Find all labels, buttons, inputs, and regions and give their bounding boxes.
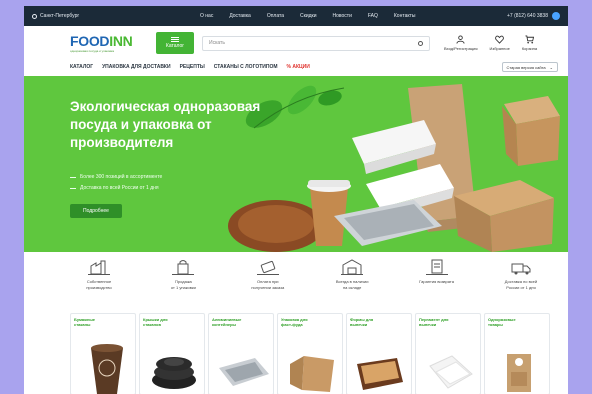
nav-item-catalog[interactable]: КАТАЛОГ [70, 64, 93, 70]
truck-icon [511, 263, 531, 275]
hero-title: Экологическая одноразовая посуда и упако… [70, 99, 261, 150]
feature-in-stock: Всегда в наличии на складе [323, 258, 381, 290]
feature-1-line2: производство [86, 284, 112, 290]
top-link-delivery[interactable]: Доставка [229, 13, 250, 19]
cart-label: Корзина [521, 46, 538, 51]
category-label: Алюминиевые контейнеры [212, 317, 242, 327]
login-label: Вход/Регистрация [444, 46, 478, 51]
category-label: Бумажные стаканы [74, 317, 96, 327]
top-link-news[interactable]: Новости [333, 13, 352, 19]
feature-own-production: Собственное производство [70, 258, 128, 290]
kraft-box-image [290, 356, 334, 392]
feature-refund: Гарантия возврата [408, 258, 466, 290]
browser-frame: Санкт-Петербург О нас Доставка Оплата Ск… [24, 6, 568, 394]
top-link-payment[interactable]: Оплата [267, 13, 284, 19]
chevron-down-icon: ⌄ [549, 64, 553, 70]
nav-item-delivery-packaging[interactable]: УПАКОВКА ДЛЯ ДОСТАВКИ [102, 64, 171, 70]
card-icon [256, 260, 279, 275]
hero-bullets: Более 300 позиций в ассортименте Доставк… [70, 172, 162, 194]
category-card-baking-forms[interactable]: Формы для выпечки [346, 313, 412, 394]
feature-russia-delivery: Доставка по всей России от 1 дня [492, 258, 550, 290]
location-pin-icon [32, 13, 37, 19]
category-card-paper-cups[interactable]: Бумажные стаканы [70, 313, 136, 394]
category-label: Пергамент для выпечки [419, 317, 449, 327]
bullet-dash-icon [70, 177, 76, 178]
nav-item-sale[interactable]: % АКЦИИ [287, 64, 310, 70]
favorites-label: Избранное [489, 46, 510, 51]
top-links: О нас Доставка Оплата Скидки Новости FAQ… [154, 13, 507, 19]
logo[interactable]: FOODINN одноразовая посуда и упаковка [70, 34, 152, 53]
category-card-parchment[interactable]: Пергамент для выпечки [415, 313, 481, 394]
category-label: Упаковка для фаст-фуда [281, 317, 308, 327]
factory-icon [88, 260, 110, 275]
cart-icon [525, 35, 534, 44]
bullet-dash-icon [70, 188, 76, 189]
user-icon [456, 35, 465, 44]
header-icons: Вход/Регистрация Избранное Корзина [444, 35, 537, 51]
feature-5-line1: Гарантия возврата [419, 279, 454, 284]
old-site-select[interactable]: Старая версия сайта ⌄ [501, 62, 558, 72]
search-input[interactable]: Искать [202, 35, 430, 51]
category-label: Одноразовые товары [488, 317, 516, 327]
paper-cup-image [91, 344, 123, 394]
phone-number[interactable]: +7 (812) 640 3838 [507, 13, 548, 19]
feature-pay-on-delivery: Оплата при получении заказа [239, 258, 297, 290]
catalog-button[interactable]: Каталог [156, 32, 194, 54]
feature-single-pack: Продажа от 1 упаковки [154, 258, 212, 290]
site-header: FOODINN одноразовая посуда и упаковка Ка… [24, 26, 568, 60]
baking-form-image [357, 358, 403, 390]
warehouse-icon [341, 259, 364, 275]
hero-banner: Экологическая одноразовая посуда и упако… [24, 76, 568, 252]
cup-lids-image [152, 357, 196, 389]
cup-carrier-image [507, 354, 531, 392]
hero-bullet-1: Более 300 позиций в ассортименте [80, 174, 163, 180]
category-label: Формы для выпечки [350, 317, 374, 327]
nav-item-recipes[interactable]: РЕЦЕПТЫ [180, 64, 205, 70]
category-label: Крышки для стаканов [143, 317, 168, 327]
aluminum-container-image [219, 358, 269, 386]
logo-inn: INN [109, 32, 133, 49]
bag-icon [172, 260, 195, 275]
hero-more-button[interactable]: Подробнее [70, 204, 122, 218]
feature-4-line2: на складе [342, 284, 362, 290]
nav-item-logo-cups[interactable]: СТАКАНЫ С ЛОГОТИПОМ [214, 64, 278, 70]
login-button[interactable]: Вход/Регистрация [444, 35, 478, 51]
parchment-image [429, 355, 473, 389]
telegram-icon[interactable] [552, 12, 560, 20]
city-label: Санкт-Петербург [40, 13, 80, 19]
logo-food: FOOD [70, 32, 110, 49]
feature-3-line2: получении заказа [251, 284, 285, 290]
features-row: Собственное производство Продажа от 1 уп… [70, 258, 550, 290]
cart-button[interactable]: Корзина [522, 35, 537, 51]
top-link-discounts[interactable]: Скидки [300, 13, 317, 19]
main-nav: КАТАЛОГ УПАКОВКА ДЛЯ ДОСТАВКИ РЕЦЕПТЫ СТ… [24, 60, 568, 74]
search-icon[interactable] [418, 40, 423, 46]
category-card-disposable[interactable]: Одноразовые товары [484, 313, 550, 394]
city-selector[interactable]: Санкт-Петербург [32, 13, 154, 19]
category-card-aluminum[interactable]: Алюминиевые контейнеры [208, 313, 274, 394]
category-cards: Бумажные стаканы Крышки для стаканов Алюми… [70, 313, 554, 394]
feature-2-line2: от 1 упаковки [170, 284, 196, 290]
category-card-fastfood[interactable]: Упаковка для фаст-фуда [277, 313, 343, 394]
favorites-button[interactable]: Избранное [490, 35, 510, 51]
top-link-about[interactable]: О нас [200, 13, 213, 19]
logo-tagline: одноразовая посуда и упаковка [70, 48, 115, 53]
hero-bullet-2: Доставка по всей России от 1 дня [80, 185, 159, 191]
top-link-contacts[interactable]: Контакты [394, 13, 416, 19]
category-card-cup-lids[interactable]: Крышки для стаканов [139, 313, 205, 394]
heart-icon [495, 35, 505, 44]
certificate-icon [425, 259, 448, 275]
menu-icon [171, 37, 179, 42]
old-site-label: Старая версия сайта [506, 64, 546, 70]
phone-block[interactable]: +7 (812) 640 3838 [507, 12, 560, 20]
search-placeholder: Искать [209, 40, 225, 46]
top-link-faq[interactable]: FAQ [368, 13, 378, 19]
top-bar: Санкт-Петербург О нас Доставка Оплата Ск… [24, 6, 568, 26]
catalog-button-label: Каталог [165, 43, 185, 49]
feature-6-line2: России от 1 дня [506, 284, 536, 290]
